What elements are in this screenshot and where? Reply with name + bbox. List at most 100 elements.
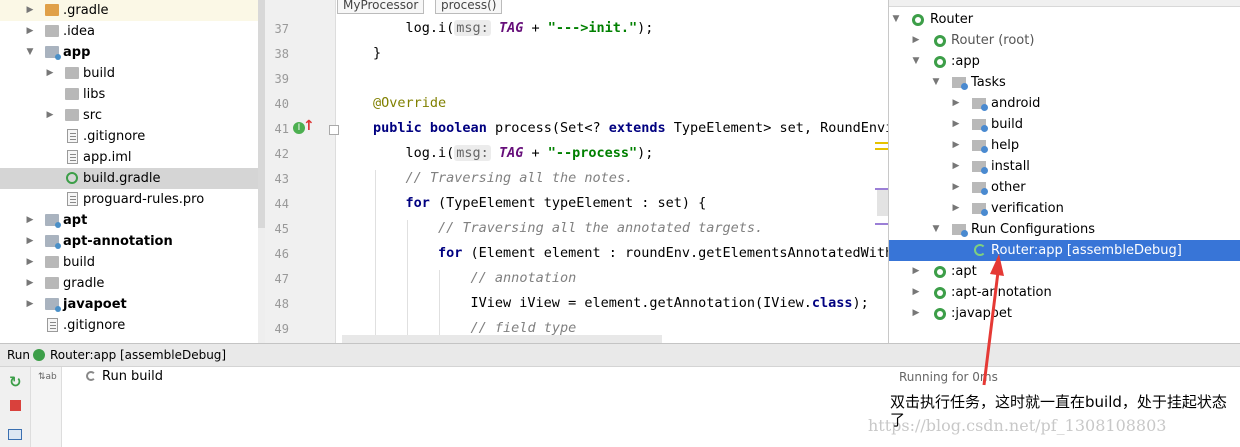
expand-arrow-icon[interactable]: ▶	[25, 231, 35, 252]
tree-item-gradle[interactable]: ▶ gradle	[0, 273, 258, 294]
collapse-arrow-icon[interactable]: ▼	[891, 9, 901, 30]
expand-arrow-icon[interactable]: ▶	[951, 156, 961, 177]
code-line[interactable]: log.i(msg: TAG + "--process");	[373, 145, 653, 161]
expand-arrow-icon[interactable]: ▶	[25, 273, 35, 294]
marker-stripe[interactable]	[875, 223, 888, 225]
expand-arrow-icon[interactable]: ▶	[911, 30, 921, 51]
run-config-folder-icon	[952, 224, 968, 237]
warning-stripe[interactable]	[875, 142, 888, 144]
stop-icon[interactable]	[10, 400, 21, 411]
project-scroll-thumb[interactable]	[258, 0, 265, 228]
code-token: TAG	[498, 20, 524, 36]
gradle-item-install[interactable]: ▶ install	[889, 156, 1240, 177]
line-number[interactable]: 41	[265, 122, 289, 136]
line-number[interactable]: 38	[265, 47, 289, 61]
tree-item-apt[interactable]: ▶ apt	[0, 210, 258, 231]
code-line[interactable]: log.i(msg: TAG + "--->init.");	[373, 20, 653, 36]
tree-item-app[interactable]: ▼ app	[0, 42, 258, 63]
line-number[interactable]: 39	[265, 72, 289, 86]
breadcrumb-class[interactable]: MyProcessor	[337, 0, 425, 14]
line-number[interactable]: 44	[265, 197, 289, 211]
code-line[interactable]: for (Element element : roundEnv.getEleme…	[373, 245, 888, 261]
gradle-item-javapoet[interactable]: ▶ :javapoet	[889, 303, 1240, 324]
expand-arrow-icon[interactable]: ▶	[911, 261, 921, 282]
code-line[interactable]: public boolean process(Set<? extends Typ…	[373, 120, 888, 136]
tree-item-label: gradle	[63, 276, 105, 291]
expand-arrow-icon[interactable]: ▶	[25, 252, 35, 273]
expand-arrow-icon[interactable]: ▶	[911, 303, 921, 324]
code-line[interactable]: // annotation	[373, 270, 577, 286]
line-number[interactable]: 48	[265, 297, 289, 311]
toggle-view-icon[interactable]: ⇅ab	[38, 372, 57, 382]
expand-arrow-icon[interactable]: ▶	[911, 282, 921, 303]
gradle-item-verification[interactable]: ▶ verification	[889, 198, 1240, 219]
layout-icon[interactable]	[8, 429, 22, 440]
expand-arrow-icon[interactable]: ▶	[951, 135, 961, 156]
code-area[interactable]: log.i(msg: TAG + "--->init.");} @Override…	[335, 0, 888, 343]
expand-arrow-icon[interactable]: ▶	[25, 0, 35, 21]
gradle-item-android[interactable]: ▶ android	[889, 93, 1240, 114]
tree-item-gradle-dir[interactable]: ▶ .gradle	[0, 0, 258, 21]
fold-marker-icon[interactable]	[329, 125, 339, 135]
rerun-icon[interactable]: ↻	[9, 373, 22, 391]
code-line[interactable]: // Traversing all the annotated targets.	[373, 220, 763, 236]
gradle-item-help[interactable]: ▶ help	[889, 135, 1240, 156]
code-line[interactable]: // Traversing all the notes.	[373, 170, 634, 186]
tree-item-app-iml[interactable]: app.iml	[0, 147, 258, 168]
line-number[interactable]: 45	[265, 222, 289, 236]
tree-item-build[interactable]: ▶ build	[0, 252, 258, 273]
line-number[interactable]: 49	[265, 322, 289, 336]
editor-scroll-thumb[interactable]	[877, 190, 888, 216]
gradle-item-tasks[interactable]: ▼ Tasks	[889, 72, 1240, 93]
code-editor[interactable]: 37 38 39 40 41 42 43 44 45 46 47 48 49 log.i(msg: TA…	[265, 0, 888, 343]
tree-item-proguard[interactable]: proguard-rules.pro	[0, 189, 258, 210]
code-line[interactable]: @Override	[373, 95, 446, 111]
line-number[interactable]: 40	[265, 97, 289, 111]
gradle-item-run-configurations[interactable]: ▼ Run Configurations	[889, 219, 1240, 240]
line-number[interactable]: 37	[265, 22, 289, 36]
expand-arrow-icon[interactable]: ▶	[951, 177, 961, 198]
expand-arrow-icon[interactable]: ▶	[951, 93, 961, 114]
expand-arrow-icon[interactable]: ▶	[951, 198, 961, 219]
gradle-item-run-config-assemble[interactable]: Router:app [assembleDebug]	[889, 240, 1240, 261]
override-arrow-icon[interactable]: ↑	[303, 118, 315, 134]
tree-item-javapoet[interactable]: ▶ javapoet	[0, 294, 258, 315]
line-number[interactable]: 46	[265, 247, 289, 261]
tree-item-apt-annotation[interactable]: ▶ apt-annotation	[0, 231, 258, 252]
collapse-arrow-icon[interactable]: ▼	[931, 72, 941, 93]
expand-arrow-icon[interactable]: ▶	[951, 114, 961, 135]
expand-arrow-icon[interactable]: ▶	[25, 21, 35, 42]
tree-item-idea[interactable]: ▶ .idea	[0, 21, 258, 42]
code-line[interactable]: }	[373, 45, 381, 61]
run-config-tab[interactable]: Router:app [assembleDebug]	[50, 348, 226, 362]
expand-arrow-icon[interactable]: ▶	[25, 294, 35, 315]
gradle-item-app[interactable]: ▼ :app	[889, 51, 1240, 72]
expand-arrow-icon[interactable]: ▶	[25, 210, 35, 231]
tree-item-build-gradle[interactable]: build.gradle	[0, 168, 258, 189]
tree-item-src[interactable]: ▶ src	[0, 105, 258, 126]
gradle-item-other[interactable]: ▶ other	[889, 177, 1240, 198]
tree-item-app-gitignore[interactable]: .gitignore	[0, 126, 258, 147]
gradle-item-router-root[interactable]: ▶ Router (root)	[889, 30, 1240, 51]
line-number[interactable]: 47	[265, 272, 289, 286]
editor-hscrollbar[interactable]	[342, 335, 662, 343]
tree-item-libs[interactable]: libs	[0, 84, 258, 105]
collapse-arrow-icon[interactable]: ▼	[911, 51, 921, 72]
tree-item-root-gitignore[interactable]: .gitignore	[0, 315, 258, 336]
gradle-item-router[interactable]: ▼ Router	[889, 9, 1240, 30]
line-number[interactable]: 43	[265, 172, 289, 186]
gradle-item-apt[interactable]: ▶ :apt	[889, 261, 1240, 282]
expand-arrow-icon[interactable]: ▶	[45, 105, 55, 126]
code-line[interactable]: // field type	[373, 320, 577, 336]
code-line[interactable]: IView iView = element.getAnnotation(IVie…	[373, 295, 869, 311]
collapse-arrow-icon[interactable]: ▼	[931, 219, 941, 240]
run-tree-item[interactable]: Run build	[102, 369, 163, 384]
expand-arrow-icon[interactable]: ▶	[45, 63, 55, 84]
breadcrumb-method[interactable]: process()	[435, 0, 503, 14]
code-line[interactable]: for (TypeElement typeElement : set) {	[373, 195, 707, 211]
collapse-arrow-icon[interactable]: ▼	[25, 42, 35, 63]
tree-item-app-build[interactable]: ▶ build	[0, 63, 258, 84]
gradle-item-build[interactable]: ▶ build	[889, 114, 1240, 135]
gradle-item-apt-annotation[interactable]: ▶ :apt-annotation	[889, 282, 1240, 303]
line-number[interactable]: 42	[265, 147, 289, 161]
